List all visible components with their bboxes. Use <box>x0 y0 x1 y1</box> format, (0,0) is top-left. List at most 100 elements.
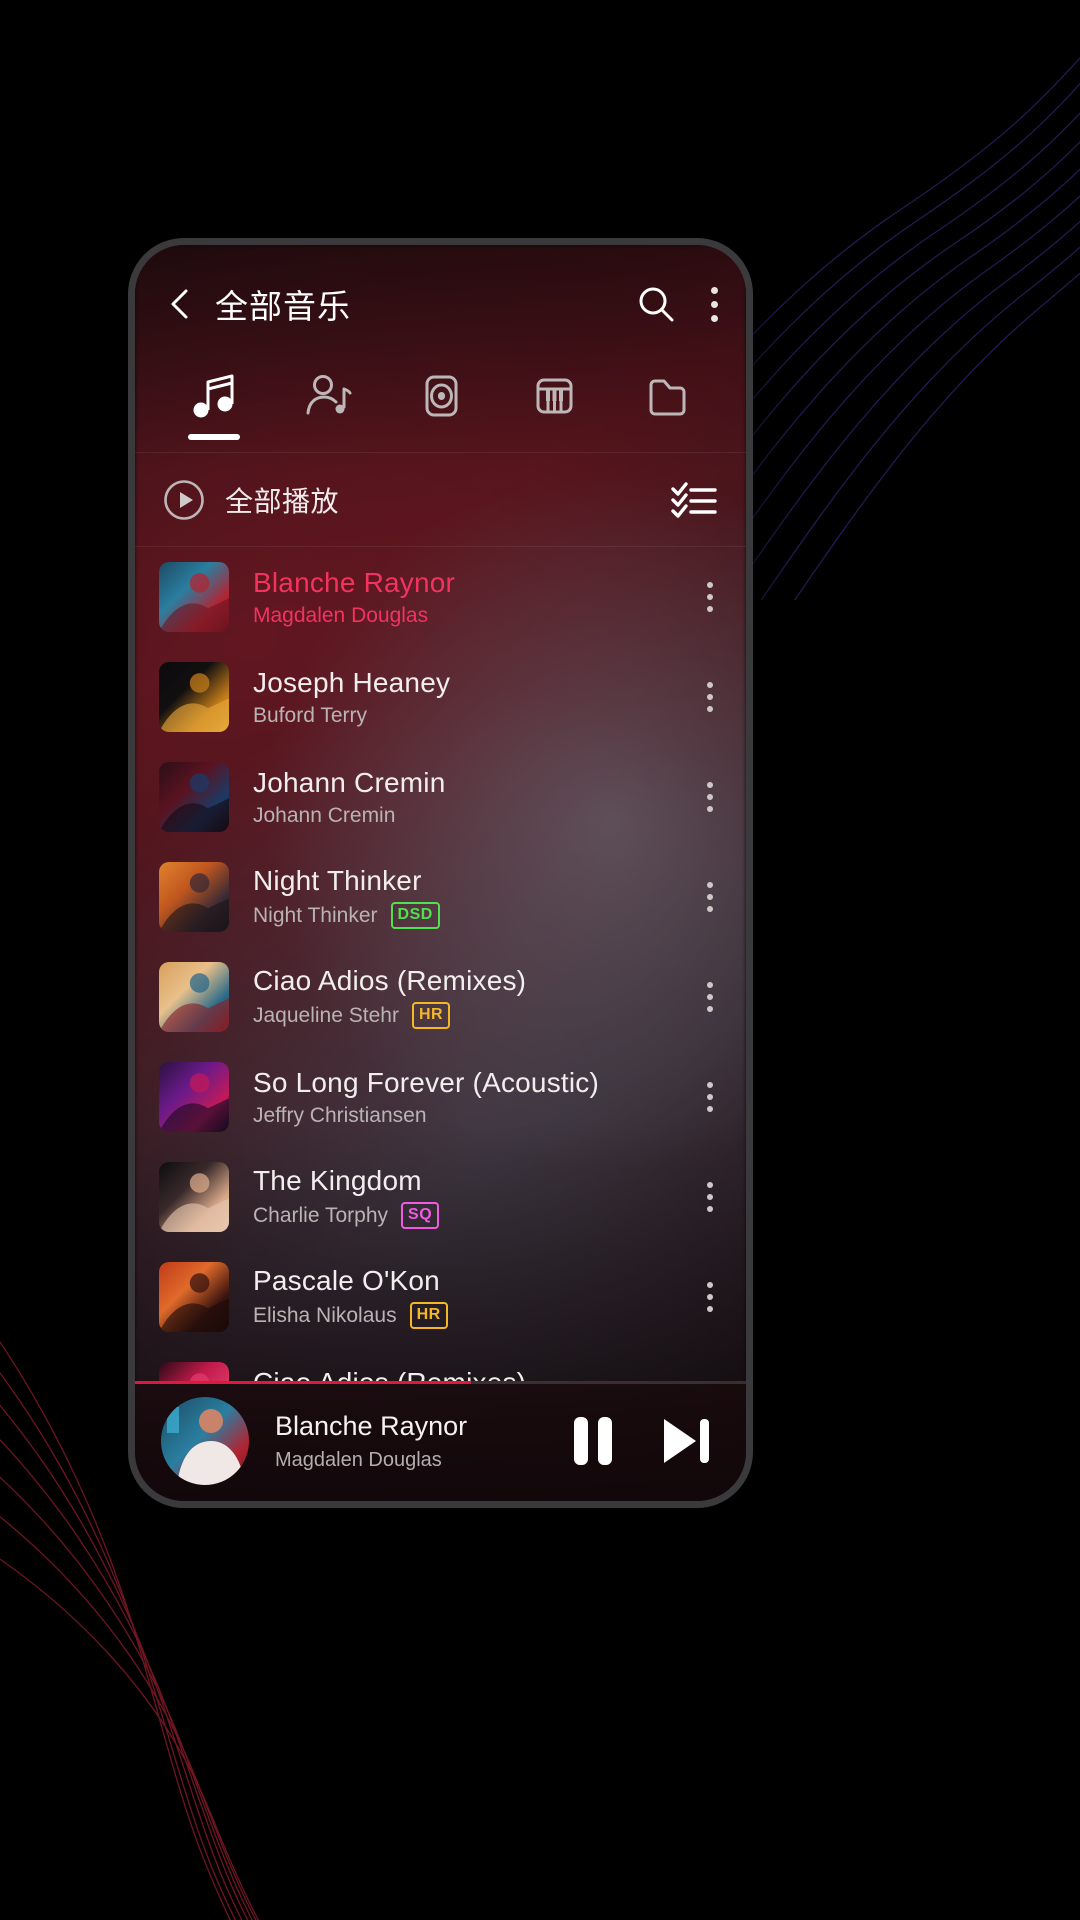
dot <box>707 782 713 788</box>
song-meta: Ciao Adios (Remixes)Willis Osinski <box>253 1367 680 1382</box>
song-meta: Joseph Heaney Buford Terry <box>253 667 680 728</box>
song-artwork <box>159 962 229 1032</box>
app-header: 全部音乐 <box>135 245 746 363</box>
dot <box>707 994 713 1000</box>
dot <box>707 1282 713 1288</box>
song-title: Joseph Heaney <box>253 666 451 698</box>
song-row[interactable]: So Long Forever (Acoustic) Jeffry Christi… <box>135 1047 746 1147</box>
tab-albums[interactable] <box>384 371 497 452</box>
play-all-row: 全部播放 <box>135 453 746 547</box>
song-subtitle-row: Jaqueline Stehr HR <box>253 1002 680 1029</box>
song-row[interactable]: The Kingdom Charlie Torphy SQ <box>135 1147 746 1247</box>
song-artwork <box>159 1262 229 1332</box>
song-more-options-icon[interactable] <box>698 1276 722 1318</box>
mini-player-title: Blanche Raynor <box>275 1410 468 1441</box>
tab-instruments[interactable] <box>497 371 610 452</box>
more-vertical-icon[interactable] <box>710 283 718 326</box>
mini-player-artwork[interactable] <box>161 1397 249 1485</box>
dot <box>710 300 718 308</box>
song-subtitle-row: Night Thinker DSD <box>253 902 680 929</box>
back-chevron-icon[interactable] <box>161 285 199 323</box>
play-circle-icon <box>164 479 204 520</box>
song-artist: Night Thinker <box>253 903 378 927</box>
artwork-a4 <box>159 862 229 932</box>
song-list[interactable]: Blanche Raynor Magdalen Douglas Joseph He… <box>135 547 746 1381</box>
dot <box>707 806 713 812</box>
song-artwork <box>159 862 229 932</box>
song-more-options-icon[interactable] <box>698 1076 722 1118</box>
song-artist: Jeffry Christiansen <box>253 1103 427 1127</box>
song-row[interactable]: Johann Cremin Johann Cremin <box>135 747 746 847</box>
song-artist: Elisha Nikolaus <box>253 1303 397 1327</box>
song-title: So Long Forever (Acoustic) <box>253 1066 600 1098</box>
song-more-options-icon[interactable] <box>698 1176 722 1218</box>
quality-badge-sq: SQ <box>401 1202 440 1229</box>
folder-icon <box>649 379 686 416</box>
quality-badge-hr: HR <box>409 1302 448 1329</box>
artwork-a3 <box>159 762 229 832</box>
play-all-button[interactable]: 全部播放 <box>163 479 339 521</box>
artwork-a5 <box>159 962 229 1032</box>
song-title: The Kingdom <box>253 1165 422 1196</box>
tab-folders[interactable] <box>611 371 724 452</box>
artwork-a1 <box>159 562 229 632</box>
song-more-options-icon[interactable] <box>698 576 722 618</box>
song-artist: Buford Terry <box>253 703 367 727</box>
dot <box>707 906 713 912</box>
album-disc-icon <box>425 375 458 417</box>
dot <box>707 1094 713 1100</box>
artwork-a9 <box>159 1362 229 1381</box>
song-artist: Charlie Torphy <box>253 1203 389 1227</box>
song-artist: Johann Cremin <box>253 803 396 827</box>
dot <box>707 606 713 612</box>
song-title: Pascale O'Kon <box>253 1265 440 1296</box>
dot <box>707 1006 713 1012</box>
dot <box>707 706 713 712</box>
pause-icon <box>574 1417 612 1465</box>
pause-button[interactable] <box>568 1413 618 1469</box>
dot <box>707 682 713 688</box>
dot <box>707 882 713 888</box>
tab-songs[interactable] <box>157 371 270 452</box>
quality-badge-dsd: DSD <box>390 902 440 929</box>
song-artwork <box>159 1162 229 1232</box>
song-row[interactable]: Ciao Adios (Remixes) Jaqueline Stehr HR <box>135 947 746 1047</box>
song-meta: Pascale O'Kon Elisha Nikolaus HR <box>253 1265 680 1329</box>
next-track-button[interactable] <box>658 1413 714 1469</box>
song-more-options-icon[interactable] <box>698 776 722 818</box>
dot <box>707 894 713 900</box>
song-title: Ciao Adios (Remixes) <box>253 965 527 996</box>
dot <box>707 1294 713 1300</box>
song-subtitle-row: Johann Cremin <box>253 804 680 828</box>
song-title: Johann Cremin <box>253 766 446 798</box>
playback-progress-bar[interactable] <box>135 1381 746 1384</box>
dot <box>707 1306 713 1312</box>
playback-progress-fill <box>135 1381 472 1384</box>
song-row[interactable]: Night Thinker Night Thinker DSD <box>135 847 746 947</box>
song-artwork <box>159 1362 229 1381</box>
song-subtitle-row: Jeffry Christiansen <box>253 1104 680 1128</box>
tab-active-underline <box>301 434 353 440</box>
song-more-options-icon[interactable] <box>698 976 722 1018</box>
mini-player: Blanche Raynor Magdalen Douglas <box>135 1381 746 1501</box>
song-more-options-icon[interactable] <box>698 676 722 718</box>
song-row[interactable]: Ciao Adios (Remixes)Willis Osinski <box>135 1347 746 1381</box>
dot <box>707 594 713 600</box>
song-subtitle-row: Buford Terry <box>253 704 680 728</box>
song-artwork <box>159 1062 229 1132</box>
checklist-icon[interactable] <box>670 480 718 520</box>
tab-artists[interactable] <box>270 371 383 452</box>
music-note-icon <box>193 374 234 418</box>
song-meta: The Kingdom Charlie Torphy SQ <box>253 1165 680 1229</box>
song-row[interactable]: Joseph Heaney Buford Terry <box>135 647 746 747</box>
song-subtitle-row: Charlie Torphy SQ <box>253 1202 680 1229</box>
artwork-a6 <box>159 1062 229 1132</box>
song-more-options-icon[interactable] <box>698 876 722 918</box>
search-icon[interactable] <box>636 284 676 324</box>
tab-active-underline <box>415 434 467 440</box>
skip-next-icon <box>664 1419 709 1463</box>
dot <box>707 1082 713 1088</box>
song-row[interactable]: Blanche Raynor Magdalen Douglas <box>135 547 746 647</box>
song-row[interactable]: Pascale O'Kon Elisha Nikolaus HR <box>135 1247 746 1347</box>
artist-icon <box>306 375 352 415</box>
